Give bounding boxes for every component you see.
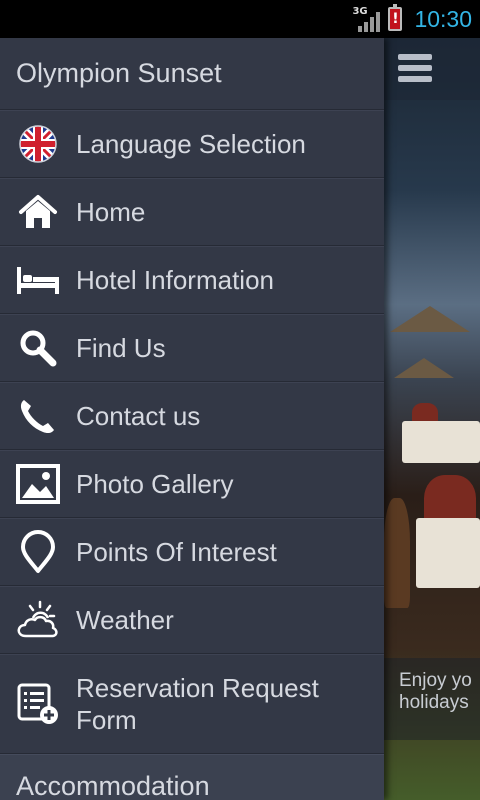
menu-item-label: Find Us [76, 333, 166, 363]
menu-item-reservation-request-form[interactable]: Reservation Request Form [0, 654, 384, 754]
menu-item-find-us[interactable]: Find Us [0, 314, 384, 382]
home-icon [0, 178, 76, 246]
phone-icon [0, 382, 76, 450]
menu-item-label: Language Selection [76, 129, 306, 159]
section-header-accommodation[interactable]: Accommodation [0, 754, 384, 800]
menu-item-label: Home [76, 197, 146, 227]
background-action-bar [384, 38, 480, 100]
battery-alert-icon: ! [388, 4, 403, 31]
menu-item-points-of-interest[interactable]: Points Of Interest [0, 518, 384, 586]
background-caption: Enjoy yo holidays [384, 658, 480, 740]
search-icon [0, 314, 76, 382]
menu-item-weather[interactable]: Weather [0, 586, 384, 654]
menu-item-label: Weather [76, 605, 174, 635]
menu-item-language-selection[interactable]: Language Selection [0, 110, 384, 178]
status-bar: 3G ! 10:30 [0, 0, 480, 38]
status-clock: 10:30 [414, 5, 472, 32]
map-pin-icon [0, 518, 76, 586]
menu-item-photo-gallery[interactable]: Photo Gallery [0, 450, 384, 518]
caption-line-2: holidays [399, 692, 469, 713]
background-app-content: Enjoy yo holidays [384, 38, 480, 800]
menu-item-hotel-information[interactable]: Hotel Information [0, 246, 384, 314]
menu-item-label: Reservation Request Form [76, 673, 319, 735]
menu-item-label: Hotel Information [76, 265, 274, 295]
bed-icon [0, 246, 76, 314]
battery-alert-mark: ! [392, 11, 399, 27]
menu-item-home[interactable]: Home [0, 178, 384, 246]
drawer-title: Olympion Sunset [0, 38, 384, 110]
menu-item-label: Contact us [76, 401, 201, 431]
hamburger-menu-icon[interactable] [398, 54, 432, 82]
weather-icon [0, 586, 76, 654]
status-icons: 3G ! 10:30 [352, 4, 472, 34]
menu-item-label: Photo Gallery [76, 469, 234, 499]
uk-flag-icon [0, 110, 76, 178]
menu-item-label: Points Of Interest [76, 537, 277, 567]
navigation-drawer: Olympion Sunset Language Selection Home … [0, 38, 384, 800]
caption-line-1: Enjoy yo [399, 670, 472, 691]
menu-item-contact-us[interactable]: Contact us [0, 382, 384, 450]
photo-icon [0, 450, 76, 518]
form-icon [0, 670, 76, 738]
signal-icon: 3G [352, 6, 382, 32]
